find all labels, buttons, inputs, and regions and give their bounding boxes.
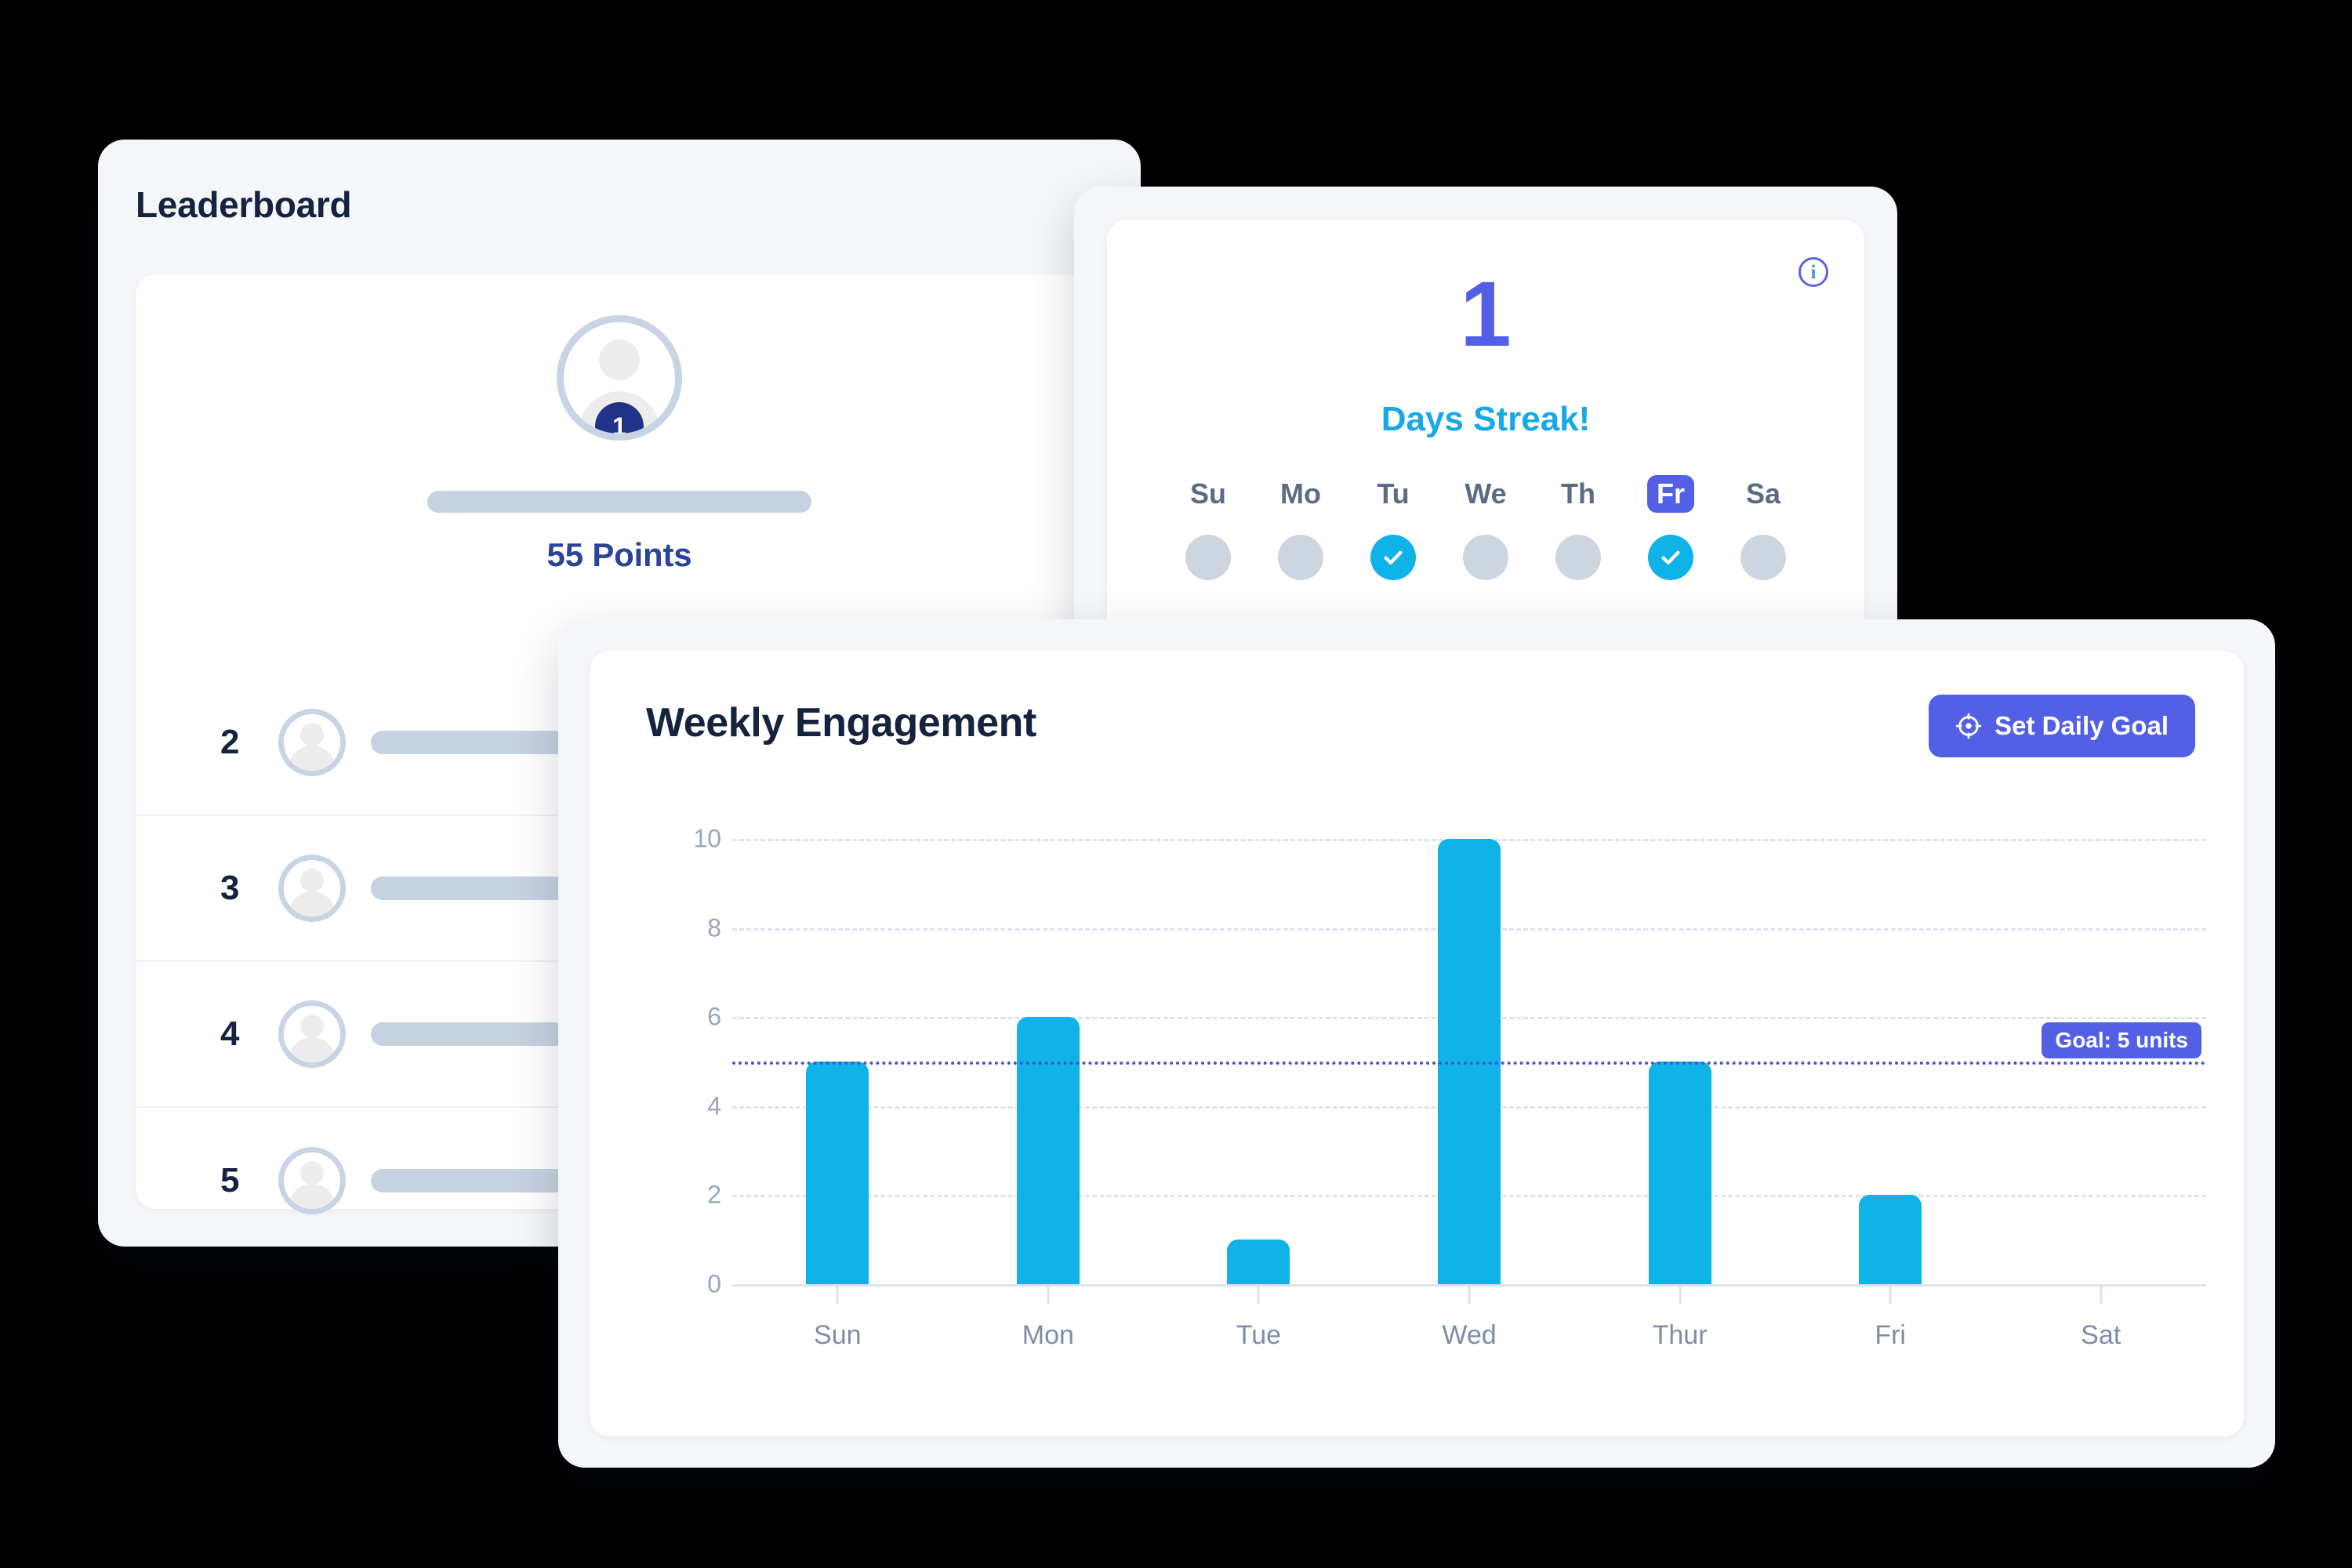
- weekly-engagement-card: Weekly Engagement Set Daily Goal 0 2 4 6 8 10…: [558, 619, 2275, 1468]
- streak-day-mo[interactable]: Mo: [1254, 475, 1347, 580]
- x-axis-tick: [2100, 1287, 2103, 1304]
- streak-day-label: Mo: [1280, 477, 1321, 510]
- top-user-points: 55 Points: [546, 536, 692, 573]
- chart-bar-thur[interactable]: [1648, 1062, 1711, 1284]
- target-crosshair-icon: [1955, 713, 1982, 739]
- x-axis-tick-label: Tue: [1236, 1320, 1282, 1350]
- y-axis-tick-label: 0: [707, 1269, 721, 1298]
- page-title: Weekly Engagement: [646, 700, 1036, 746]
- streak-day-label: We: [1465, 477, 1507, 510]
- streak-day-dot: [1740, 534, 1786, 580]
- screenshot-stage: Leaderboard 1 55 Points 2 3 4 5 i 1 Days…: [0, 0, 2352, 1568]
- chart-bar-sun[interactable]: [806, 1062, 869, 1284]
- x-axis-tick: [1679, 1287, 1682, 1304]
- leaderboard-title: Leaderboard: [136, 184, 352, 225]
- streak-day-label: Su: [1189, 477, 1226, 510]
- avatar: [278, 855, 346, 922]
- x-axis-tick: [1889, 1287, 1892, 1304]
- streak-day-dot: [1185, 534, 1231, 580]
- goal-line: [732, 1062, 2206, 1065]
- avatar-head-icon: [300, 723, 324, 746]
- avatar-head-icon: [300, 1161, 324, 1185]
- avatar: 1: [557, 315, 682, 441]
- avatar-head-icon: [300, 1014, 324, 1038]
- streak-day-row: Su Mo Tu We Th Fr Sa: [1107, 475, 1864, 580]
- user-name-placeholder: [371, 1022, 567, 1046]
- streak-day-tu[interactable]: Tu: [1347, 475, 1439, 580]
- chart-bar-tue[interactable]: [1227, 1240, 1290, 1284]
- goal-badge: Goal: 5 units: [2042, 1022, 2201, 1058]
- avatar-body-icon: [289, 891, 336, 916]
- streak-count: 1: [1460, 263, 1512, 366]
- user-name-placeholder: [371, 1169, 567, 1192]
- streak-day-su[interactable]: Su: [1162, 475, 1254, 580]
- x-axis-tick: [836, 1287, 839, 1304]
- set-daily-goal-button[interactable]: Set Daily Goal: [1929, 695, 2195, 757]
- streak-day-dot: [1555, 534, 1601, 580]
- avatar-body-icon: [289, 746, 336, 771]
- avatar-body-icon: [289, 1184, 336, 1209]
- check-icon: [1370, 534, 1416, 580]
- streak-day-dot: [1278, 534, 1323, 580]
- x-axis-tick-label: Sun: [814, 1320, 862, 1350]
- avatar-head-icon: [300, 869, 324, 892]
- y-axis-tick-label: 8: [707, 913, 721, 942]
- x-axis-tick-label: Fri: [1875, 1320, 1906, 1350]
- y-axis-tick-label: 2: [707, 1180, 721, 1209]
- y-axis-tick-label: 6: [707, 1002, 721, 1031]
- chart-bar-fri[interactable]: [1859, 1195, 1922, 1284]
- streak-day-sa[interactable]: Sa: [1717, 475, 1809, 580]
- x-axis-tick-label: Thur: [1652, 1320, 1708, 1350]
- streak-day-label: Sa: [1745, 477, 1781, 510]
- rank-number: 2: [220, 723, 240, 761]
- streak-panel: i 1 Days Streak! Su Mo Tu We Th Fr Sa: [1107, 220, 1864, 641]
- streak-card: i 1 Days Streak! Su Mo Tu We Th Fr Sa: [1074, 187, 1897, 674]
- avatar-body-icon: [289, 1037, 336, 1062]
- avatar: [278, 1000, 346, 1068]
- avatar-head-icon: [599, 339, 640, 380]
- streak-day-fr[interactable]: Fr: [1624, 475, 1717, 580]
- streak-day-label: Fr: [1647, 475, 1694, 513]
- x-axis-tick: [1468, 1287, 1471, 1304]
- streak-day-label: Th: [1561, 477, 1595, 510]
- streak-label: Days Streak!: [1381, 400, 1591, 438]
- user-name-placeholder: [371, 877, 567, 900]
- chart-bar-mon[interactable]: [1016, 1017, 1080, 1284]
- rank-number: 5: [220, 1161, 240, 1200]
- top-user-name-placeholder: [427, 491, 811, 513]
- weekly-engagement-panel: Weekly Engagement Set Daily Goal 0 2 4 6 8 10…: [590, 651, 2244, 1436]
- avatar: [278, 1147, 346, 1214]
- x-axis-tick-label: Wed: [1442, 1320, 1497, 1350]
- streak-day-label: Tu: [1377, 477, 1410, 510]
- rank-number: 3: [220, 869, 240, 907]
- x-axis-tick: [1257, 1287, 1260, 1304]
- rank-number: 4: [220, 1014, 240, 1053]
- user-name-placeholder: [371, 731, 567, 754]
- check-icon: [1648, 534, 1693, 580]
- streak-day-dot: [1463, 534, 1508, 580]
- y-axis-tick-label: 10: [693, 824, 721, 853]
- y-axis-tick-label: 4: [707, 1091, 721, 1120]
- streak-day-th[interactable]: Th: [1532, 475, 1624, 580]
- set-daily-goal-label: Set Daily Goal: [1994, 711, 2169, 740]
- x-axis-tick-label: Sat: [2081, 1320, 2122, 1350]
- streak-day-we[interactable]: We: [1439, 475, 1532, 580]
- avatar: [278, 709, 346, 776]
- x-axis-tick-label: Mon: [1022, 1320, 1074, 1350]
- leaderboard-top-user[interactable]: 1 55 Points: [136, 315, 1103, 574]
- x-axis-tick: [1047, 1287, 1050, 1304]
- weekly-engagement-chart: 0 2 4 6 8 10 Sun Mon Tue Wed Thur Fri Sat Goal: 5 uni…: [646, 822, 2206, 1370]
